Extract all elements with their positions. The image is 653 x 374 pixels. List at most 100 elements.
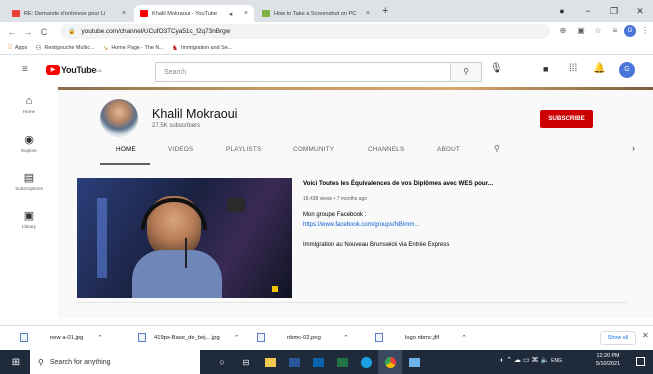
taskbar-app[interactable]	[354, 350, 378, 374]
close-downloads-icon[interactable]: ✕	[642, 331, 649, 340]
cloud-icon: ☁	[514, 357, 522, 364]
video-player[interactable]	[77, 178, 292, 298]
search-icon: ⚲	[38, 357, 44, 367]
search-input[interactable]: Search	[155, 62, 482, 82]
bookmark-apps[interactable]: ⁞⁞ Apps	[8, 44, 27, 51]
file-explorer-icon	[264, 357, 276, 367]
search-icon: ⚲	[463, 67, 469, 76]
windows-logo-icon: ⊞	[11, 356, 21, 368]
taskbar-app[interactable]	[258, 350, 282, 374]
video-description-link[interactable]: https://www.facebook.com/groups/NBImm...	[303, 222, 419, 228]
profile-circle-icon[interactable]: ●	[549, 0, 575, 22]
site-icon: ⚇	[35, 44, 42, 52]
chevron-up-icon[interactable]: ⌃	[461, 334, 467, 342]
download-item[interactable]: nbmc-02.png ⌃	[257, 333, 349, 342]
task-view-button[interactable]: ○	[210, 350, 234, 374]
taskbar-app[interactable]	[330, 350, 354, 374]
tab-howto[interactable]: How to Take a Screenshot on PC ×	[256, 5, 376, 22]
notifications-bell-icon[interactable]: 🔔	[593, 63, 605, 74]
translate-icon[interactable]: ⊕	[556, 24, 570, 38]
bookmark-immigration[interactable]: ♞ Immigration and Se...	[172, 44, 233, 52]
profile-avatar[interactable]: G	[624, 25, 636, 37]
minimize-button[interactable]: −	[575, 0, 601, 22]
url-text: youtube.com/channel/UCufO3TCya51c_f2q73n…	[81, 28, 231, 35]
sidebar-item-explore[interactable]: ◉ Explore	[0, 133, 58, 153]
chrome-icon	[384, 356, 396, 368]
notifications-icon[interactable]	[636, 357, 645, 366]
lock-icon: 🔒	[68, 29, 76, 35]
download-item[interactable]: new a-01.jpg ⌃	[20, 333, 103, 342]
photos-icon	[408, 357, 420, 367]
taskbar-app[interactable]	[402, 350, 426, 374]
hamburger-menu-icon[interactable]: ≡	[22, 64, 28, 75]
bookmark-star-icon[interactable]: ☆	[591, 24, 605, 38]
page-favicon-icon	[262, 10, 270, 17]
system-clock[interactable]: 12:20 PM 5/10/2021	[596, 352, 620, 368]
weather-icon: ◐	[500, 357, 505, 364]
chevron-up-icon: ⌃	[506, 357, 513, 364]
tab-channels[interactable]: CHANNELS	[368, 146, 404, 153]
clock-display	[227, 198, 245, 212]
search-button[interactable]: ⚲	[450, 62, 482, 82]
tab-gmail[interactable]: RE: Demande d'entrevue pour Li ×	[6, 5, 132, 22]
maximize-button[interactable]: ❐	[601, 0, 627, 22]
sidebar-item-library[interactable]: ▣ Library	[0, 209, 58, 229]
video-description-line: Immigration au Nouveau Brunswick via Ent…	[303, 242, 450, 248]
reload-button[interactable]: C	[36, 27, 52, 37]
video-title[interactable]: Voici Toutes les Équivalences de vos Dip…	[303, 180, 493, 187]
tab-playlists[interactable]: PLAYLISTS	[226, 146, 261, 153]
create-video-icon[interactable]: ■	[543, 64, 548, 74]
youtube-sidebar: ⌂ Home ◉ Explore ▤ Subscriptions ▣ Library	[0, 87, 58, 318]
close-tab-icon[interactable]: ×	[118, 10, 126, 17]
new-tab-button[interactable]: +	[382, 5, 388, 17]
channel-search-icon[interactable]: ⚲	[494, 144, 500, 153]
address-bar[interactable]: 🔒 youtube.com/channel/UCufO3TCya51c_f2q7…	[60, 24, 550, 39]
logo-country: CA	[96, 67, 102, 73]
tab-videos[interactable]: VIDEOS	[168, 146, 193, 153]
apps-icon[interactable]: ⁞⁞⁞	[569, 63, 577, 74]
menu-kebab-icon[interactable]: ⋮	[638, 24, 652, 38]
close-tab-icon[interactable]: ×	[241, 10, 248, 17]
show-all-button[interactable]: Show all	[600, 331, 636, 345]
tab-home[interactable]: HOME	[116, 146, 136, 153]
light-strip	[97, 198, 107, 278]
chevron-right-icon[interactable]: ›	[632, 143, 635, 153]
account-avatar[interactable]: G	[619, 62, 635, 78]
taskbar-app-chrome[interactable]	[378, 350, 402, 374]
tab-youtube[interactable]: Khalil Mokraoui - YouTube ◂ ×	[134, 5, 254, 22]
tab-about[interactable]: ABOUT	[437, 146, 460, 153]
close-tab-icon[interactable]: ×	[362, 10, 370, 17]
taskbar-app[interactable]	[282, 350, 306, 374]
back-button[interactable]: ←	[4, 27, 20, 37]
bookmark-restigouche[interactable]: ⚇ Restigouche Multic...	[35, 44, 94, 52]
taskbar-app[interactable]: ⊟	[234, 350, 258, 374]
subscribe-button[interactable]: SUBSCRIBE	[540, 110, 593, 128]
taskbar-app[interactable]	[306, 350, 330, 374]
youtube-favicon-icon	[140, 10, 148, 17]
sidebar-item-subscriptions[interactable]: ▤ Subscriptions	[0, 171, 58, 191]
reading-list-icon[interactable]: ≡	[608, 24, 622, 38]
section-divider	[77, 302, 627, 303]
chevron-up-icon[interactable]: ⌃	[97, 334, 103, 342]
start-button[interactable]: ⊞	[4, 350, 28, 374]
microphone-icon[interactable]: 🎙	[490, 63, 503, 74]
extension-icon[interactable]: ▣	[574, 24, 588, 38]
bookmark-home-page[interactable]: ↘ Home Page - The N...	[103, 44, 164, 52]
channel-avatar[interactable]	[100, 99, 138, 137]
forward-button[interactable]: →	[20, 27, 36, 37]
download-item[interactable]: logo nbmc.jfif ⌃	[375, 333, 467, 342]
tab-community[interactable]: COMMUNITY	[293, 146, 334, 153]
library-icon: ▣	[23, 210, 35, 222]
channel-header	[58, 90, 653, 168]
sidebar-item-home[interactable]: ⌂ Home	[0, 95, 58, 114]
close-window-button[interactable]: ✕	[627, 0, 653, 22]
taskbar-search-input[interactable]: ⚲ Search for anything	[30, 350, 200, 374]
chevron-up-icon[interactable]: ⌃	[234, 334, 240, 342]
clock-time: 12:20 PM	[596, 353, 620, 359]
audio-icon[interactable]: ◂	[226, 10, 233, 18]
window-controls: ● − ❐ ✕	[549, 0, 653, 22]
system-tray[interactable]: ◐ ⌃ ☁ ▭ ⌘ 🔈 ENG	[500, 356, 562, 364]
download-item[interactable]: 419px-Base_de_bej....jpg ⌃	[138, 333, 240, 342]
youtube-logo[interactable]: ▶ YouTube CA	[46, 65, 102, 75]
chevron-up-icon[interactable]: ⌃	[343, 334, 349, 342]
